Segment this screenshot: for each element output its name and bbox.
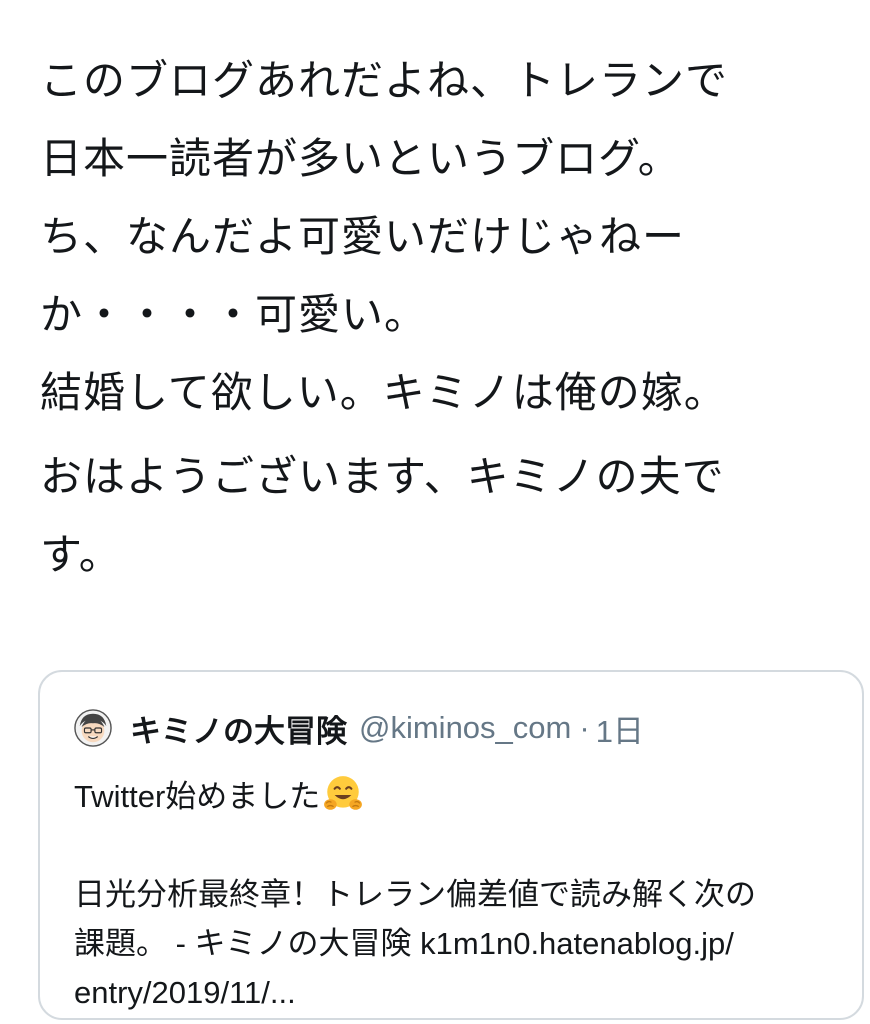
quoted-handle[interactable]: @kiminos_com bbox=[359, 710, 571, 746]
tweet-text-line: す。 bbox=[40, 530, 122, 579]
tweet-text-line: おはようございます、キミノの夫で bbox=[40, 452, 725, 501]
quoted-text-line: Twitter始めました bbox=[74, 772, 844, 821]
quoted-display-name[interactable]: キミノの大冒険 bbox=[130, 706, 347, 751]
hugging-face-emoji-icon bbox=[324, 776, 363, 810]
quoted-blank-line bbox=[74, 821, 844, 870]
tweet-text-line: このブログあれだよね、トレランで bbox=[40, 56, 729, 105]
quoted-tweet-header: キミノの大冒険 @kiminos_com · 1日 bbox=[74, 706, 644, 751]
quoted-link-line: 日光分析最終章！トレラン偏差値で読み解く次の bbox=[74, 877, 756, 912]
quoted-tweet-card[interactable]: キミノの大冒険 @kiminos_com · 1日 Twitter始めました 日… bbox=[38, 670, 864, 1020]
quoted-tweet-text: Twitter始めました 日光分析最終章！トレラン偏差値で読み解く次の 課題。 … bbox=[74, 772, 844, 1017]
separator-dot: · bbox=[579, 710, 590, 745]
tweet-text-line: 日本一読者が多いというブログ。 bbox=[40, 134, 681, 183]
quoted-timestamp[interactable]: 1日 bbox=[596, 706, 644, 751]
avatar[interactable] bbox=[74, 709, 112, 747]
tweet-text-line: 結婚して欲しい。キミノは俺の嫁。 bbox=[40, 368, 727, 417]
quoted-link-line[interactable]: 課題。 - キミノの大冒険 k1m1n0.hatenablog.jp/ bbox=[74, 919, 844, 968]
tweet-paragraph-2: おはようございます、キミノの夫で す。 bbox=[40, 438, 840, 594]
tweet-body: このブログあれだよね、トレランで 日本一読者が多いというブログ。 ち、なんだよ可… bbox=[40, 42, 840, 594]
quoted-text-start: Twitter始めました bbox=[74, 779, 321, 814]
tweet-paragraph-1: このブログあれだよね、トレランで 日本一読者が多いというブログ。 ち、なんだよ可… bbox=[40, 42, 840, 432]
tweet-text-line: ち、なんだよ可愛いだけじゃねー bbox=[40, 212, 686, 261]
tweet-text-line: か・・・・可愛い。 bbox=[40, 290, 428, 339]
quoted-link-line[interactable]: entry/2019/11/... bbox=[74, 968, 844, 1017]
